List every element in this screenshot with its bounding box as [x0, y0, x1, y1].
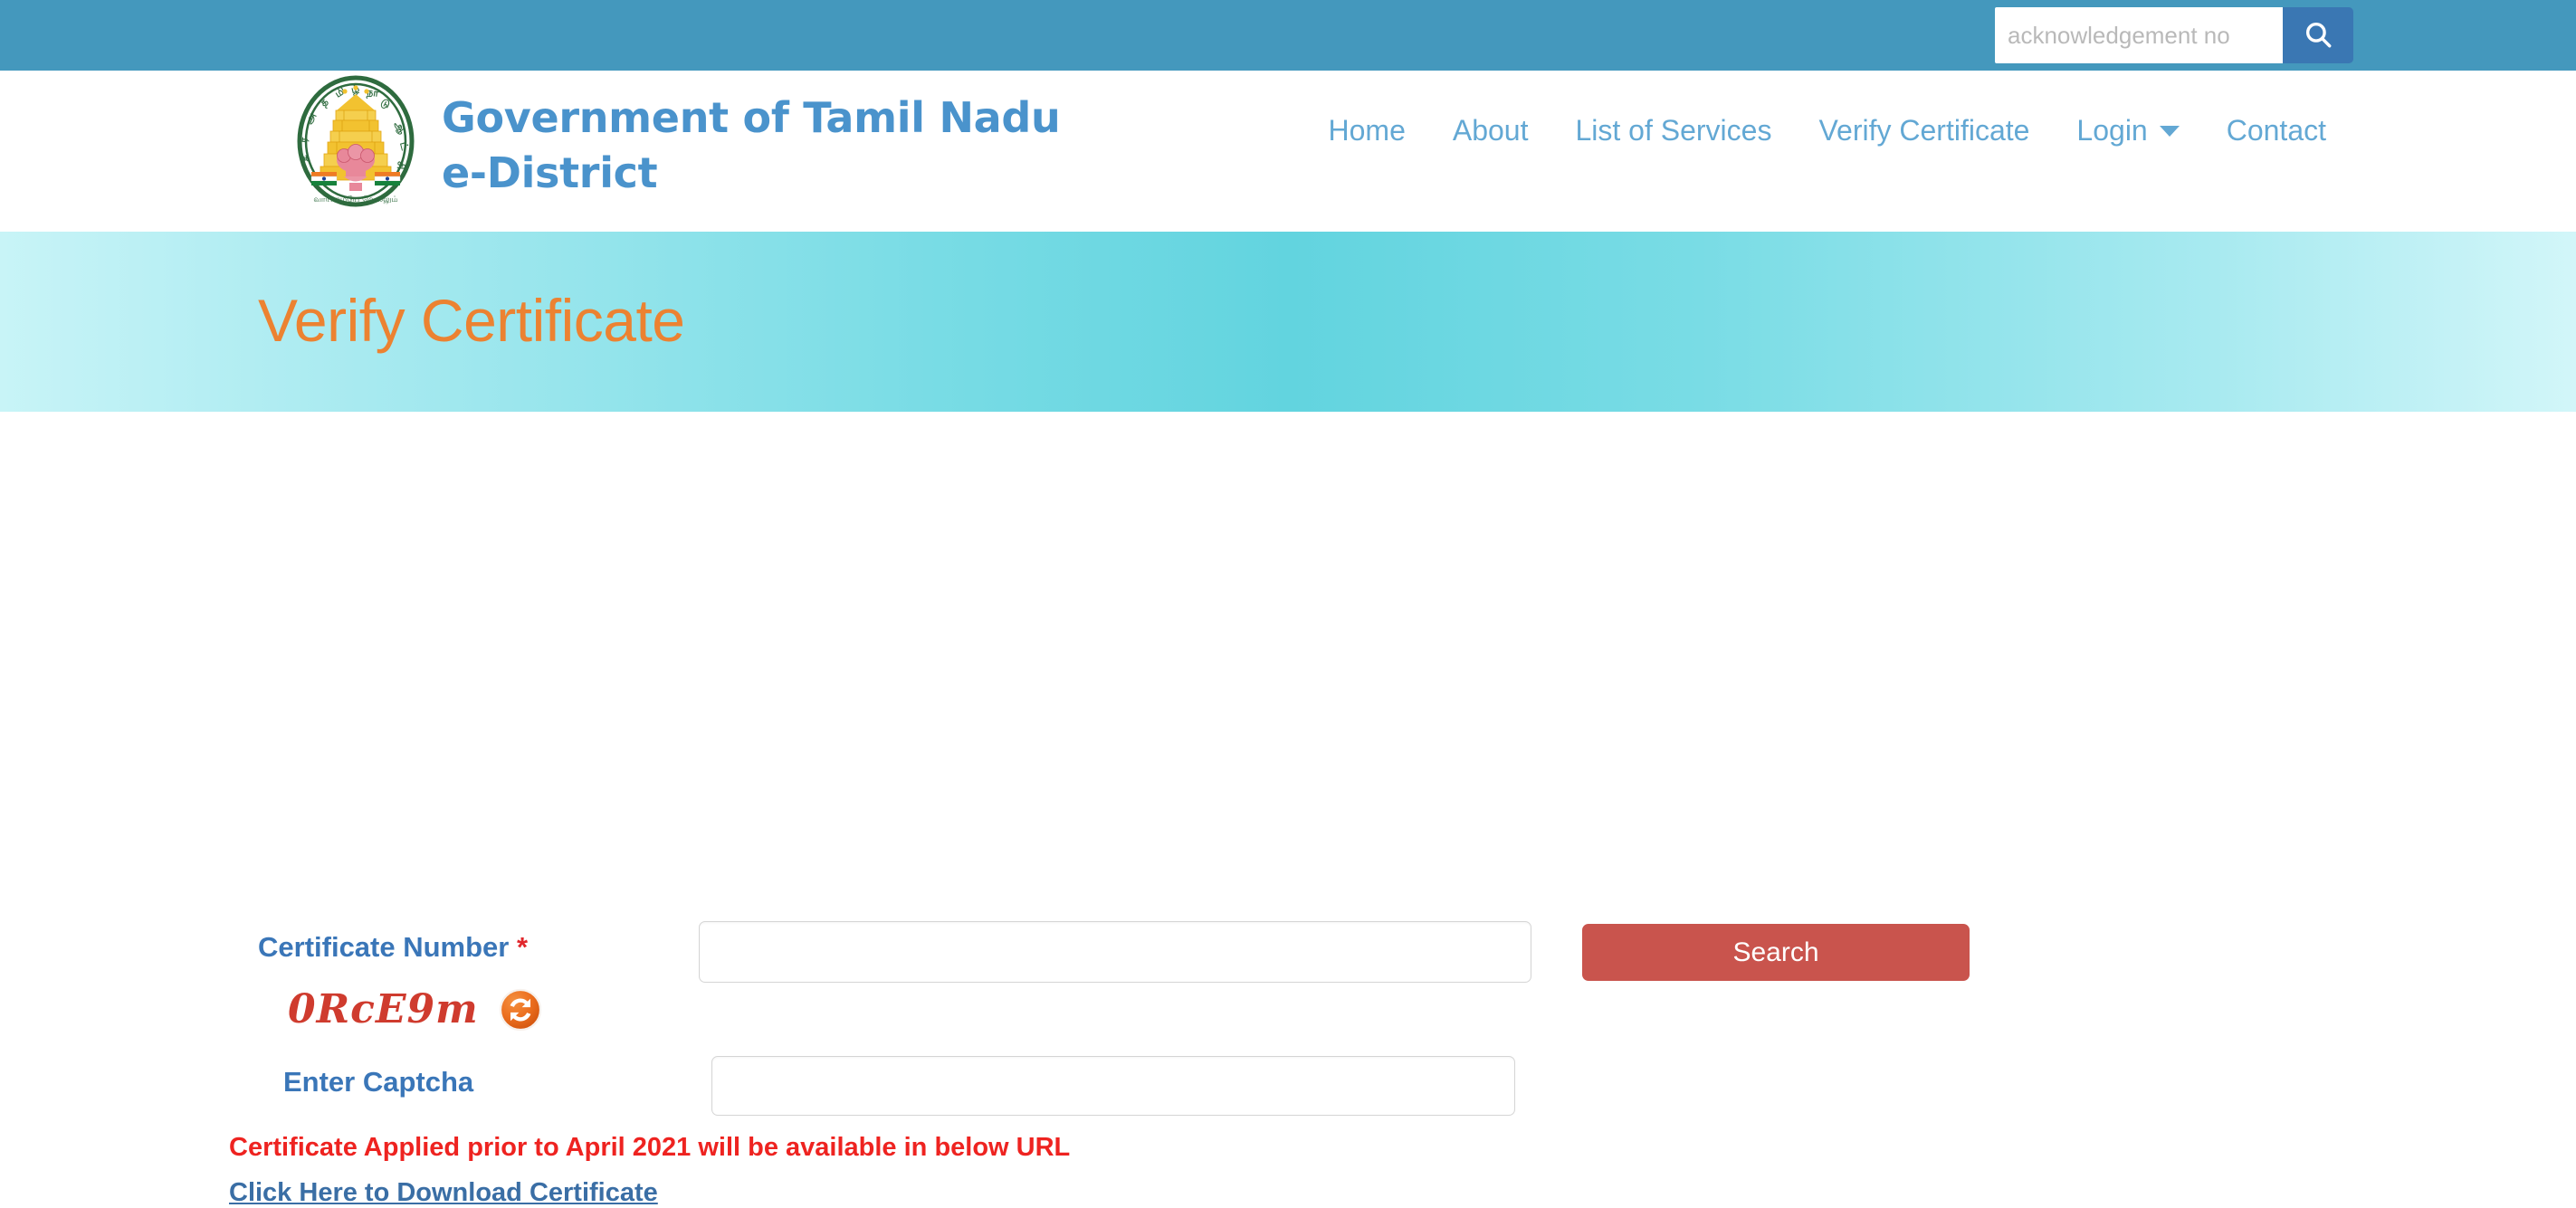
- enter-captcha-label: Enter Captcha: [283, 1066, 474, 1098]
- svg-text:சி: சி: [395, 161, 407, 170]
- page-title-banner: Verify Certificate: [0, 232, 2576, 412]
- tamil-nadu-emblem-icon: த மி ழ் நா டு அ ர சு ஆ ட் சி: [288, 74, 424, 217]
- nav-item-login-label: Login: [2076, 114, 2148, 147]
- prior-certificate-notice: Certificate Applied prior to April 2021 …: [229, 1133, 1071, 1162]
- required-marker: *: [516, 931, 529, 963]
- nav-item-login[interactable]: Login: [2053, 114, 2202, 147]
- svg-text:வாய்மையே வெல்லும்: வாய்மையே வெல்லும்: [313, 195, 397, 205]
- captcha-display: 0RcE9m: [288, 986, 542, 1032]
- site-brand[interactable]: த மி ழ் நா டு அ ர சு ஆ ட் சி: [288, 74, 1061, 217]
- download-certificate-link[interactable]: Click Here to Download Certificate: [229, 1178, 658, 1208]
- nav-item-list-of-services-label: List of Services: [1575, 114, 1772, 147]
- verify-certificate-form: Certificate Number * Search 0RcE9m Enter…: [0, 412, 2576, 1207]
- certificate-number-input[interactable]: [699, 921, 1531, 983]
- captcha-code: 0RcE9m: [288, 986, 479, 1032]
- acknowledgement-search-button[interactable]: [2283, 7, 2353, 63]
- nav-item-verify-certificate[interactable]: Verify Certificate: [1795, 114, 2053, 147]
- page-title: Verify Certificate: [258, 287, 685, 354]
- nav-item-home[interactable]: Home: [1305, 114, 1429, 147]
- nav-item-contact[interactable]: Contact: [2203, 114, 2350, 147]
- certificate-number-label-text: Certificate Number: [258, 931, 510, 963]
- acknowledgement-search: [1995, 7, 2353, 63]
- certificate-number-label: Certificate Number *: [258, 931, 528, 964]
- nav-item-verify-certificate-label: Verify Certificate: [1818, 114, 2030, 147]
- acknowledgement-search-input[interactable]: [1995, 7, 2283, 63]
- captcha-input[interactable]: [711, 1056, 1515, 1116]
- refresh-captcha-button[interactable]: [499, 988, 542, 1032]
- nav-item-home-label: Home: [1328, 114, 1406, 147]
- brand-title-line1: Government of Tamil Nadu: [442, 92, 1061, 142]
- nav-item-list-of-services[interactable]: List of Services: [1551, 114, 1795, 147]
- nav-item-about-label: About: [1452, 114, 1529, 147]
- nav-item-about[interactable]: About: [1429, 114, 1552, 147]
- search-button[interactable]: Search: [1582, 924, 1970, 981]
- brand-title-line2: e-District: [442, 148, 658, 197]
- nav-item-contact-label: Contact: [2226, 114, 2326, 147]
- brand-title: Government of Tamil Nadu e-District: [442, 90, 1061, 201]
- top-utility-bar: [0, 0, 2576, 71]
- search-icon: [2303, 19, 2333, 52]
- chevron-down-icon: [2159, 125, 2180, 137]
- refresh-icon: [499, 988, 542, 1034]
- site-header: த மி ழ் நா டு அ ர சு ஆ ட் சி: [0, 71, 2576, 232]
- main-navigation: Home About List of Services Verify Certi…: [1305, 114, 2351, 147]
